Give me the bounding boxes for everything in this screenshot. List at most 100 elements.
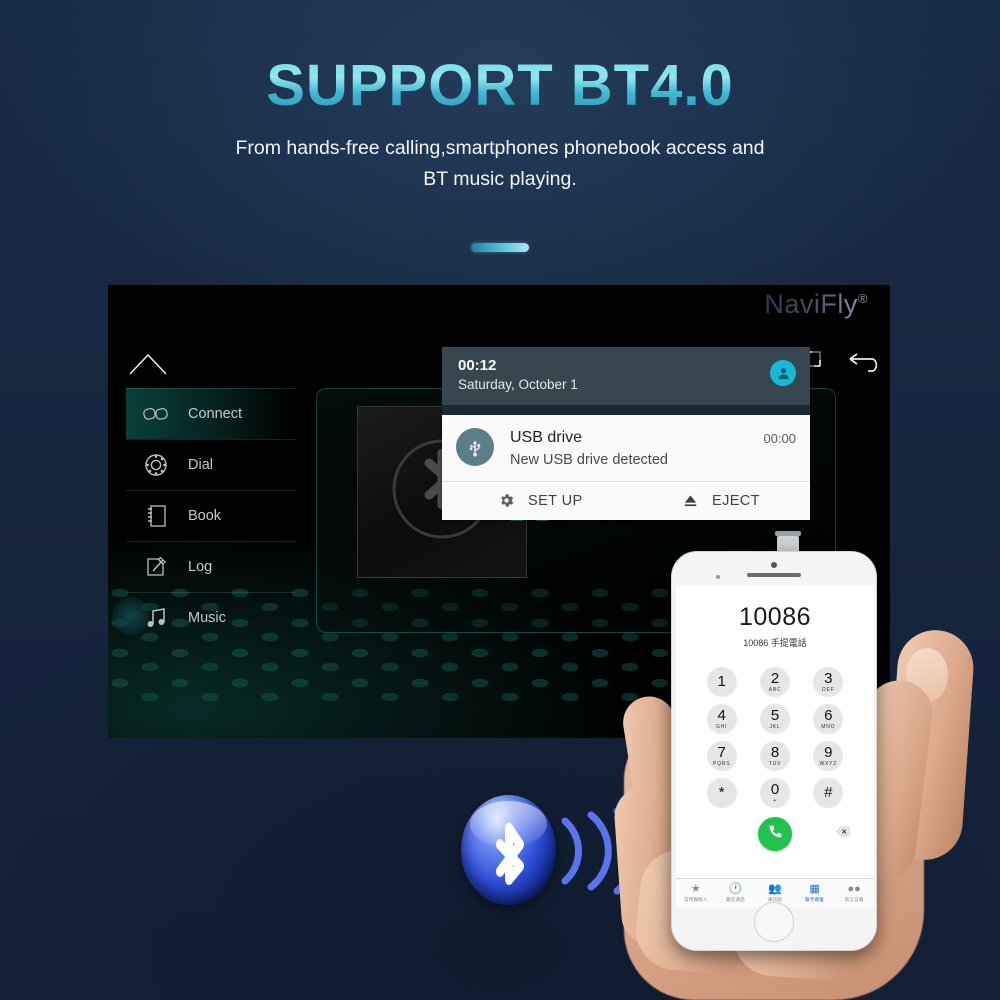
dialpad-key[interactable]: 1 [706,667,737,697]
notification-actions: SET UP EJECT [442,481,810,520]
contact-book-icon [140,501,172,531]
phone-top-bezel [672,552,876,584]
voicemail-icon: ●● [847,883,861,895]
key-letters: ABC [768,687,782,693]
edit-log-icon [140,552,172,582]
setup-button[interactable]: SET UP [442,492,626,509]
notification-subtitle: New USB drive detected [510,452,668,468]
key-letters: DEF [822,687,835,693]
key-digit: 4 [717,707,726,724]
status-time: 00:12 [458,357,497,374]
sidebar-item-label: Dial [188,457,213,473]
dialed-number: 10086 [738,603,812,631]
sidebar-item-music[interactable]: Music [112,592,296,643]
key-letters: GHI [716,724,728,730]
key-letters: PQRS [712,761,731,767]
link-icon [140,399,172,429]
eject-button[interactable]: EJECT [626,492,810,509]
key-digit: 7 [717,744,726,761]
phone-screen: 10086 10086 手提電話 1 2 ABC 3 DEF 4 GHI 5 JKL 6… [676,585,874,907]
sidebar-item-label: Connect [188,406,243,422]
phone-call-icon [766,823,784,846]
star-icon: ★ [690,883,701,895]
sidebar-item-connect[interactable]: Connect [126,388,296,439]
shade-spacer [442,405,810,415]
tab-label: 數字鍵盤 [805,897,824,902]
tab-label: 常用聯絡人 [684,897,708,902]
call-row [676,815,874,859]
key-digit: * [718,784,725,801]
key-digit: 2 [770,670,780,687]
smartphone: 10086 10086 手提電話 1 2 ABC 3 DEF 4 GHI 5 JKL 6… [671,551,877,951]
key-digit: 1 [717,673,726,690]
notification-timestamp: 00:00 [763,431,796,446]
dialpad-key[interactable]: * [706,778,737,808]
key-letters: JKL [769,724,781,730]
sidebar-item-dial[interactable]: Dial [126,439,296,490]
dialpad: 1 2 ABC 3 DEF 4 GHI 5 JKL 6 MNO 7 PQRS 8 TUV 9W… [695,667,855,808]
key-letters: WXYZ [819,761,838,767]
tab-contacts[interactable]: 👥 通訊錄 [755,883,795,903]
tab-keypad[interactable]: ▦ 數字鍵盤 [795,883,835,903]
keypad-icon: ▦ [809,883,820,895]
rotary-dial-icon [140,450,172,480]
key-digit: # [824,784,833,801]
backspace-icon[interactable] [836,826,850,840]
proximity-sensor-icon [716,575,720,579]
key-letters: + [773,798,777,804]
notification-shade: 00:12 Saturday, October 1 USB drive New … [442,347,810,520]
brand-logo-text: NaviFly [764,289,858,319]
user-avatar-icon[interactable] [770,360,796,386]
dialpad-key[interactable]: 3 DEF [813,667,844,697]
dialpad-key[interactable]: 4 GHI [706,704,737,734]
key-letters: MNO [821,724,836,730]
key-digit: 3 [824,670,833,687]
contacts-icon: 👥 [768,883,782,895]
accent-divider [471,243,529,252]
shade-status-bar: 00:12 Saturday, October 1 [442,347,810,405]
status-date: Saturday, October 1 [458,377,578,392]
earpiece-speaker [747,573,801,577]
dialpad-key[interactable]: 2 ABC [759,667,790,697]
dialpad-key[interactable]: 7 PQRS [706,741,737,771]
subtitle-line-1: From hands-free calling,smartphones phon… [235,137,765,159]
sidebar-item-label: Book [188,508,222,524]
home-icon[interactable] [128,353,168,375]
usb-icon [456,428,494,466]
page-subtitle: From hands-free calling,smartphones phon… [0,133,1000,195]
sidebar-item-book[interactable]: Book [126,490,296,541]
call-button[interactable] [758,817,792,851]
dialpad-key[interactable]: 5 JKL [759,704,790,734]
dialpad-key[interactable]: # [813,778,844,808]
dialpad-key[interactable]: 0 + [759,778,790,808]
clock-icon: 🕐 [728,883,743,895]
dialpad-key[interactable]: 6 MNO [813,704,844,734]
shade-clock-block: 00:12 Saturday, October 1 [458,356,578,394]
key-letters: TUV [768,761,782,767]
eject-button-label: EJECT [712,492,760,509]
front-camera-icon [771,562,777,568]
gear-icon [498,492,515,509]
brand-logo: NaviFly® [764,289,868,320]
key-digit: 8 [770,744,780,761]
key-digit: 9 [824,744,833,761]
tab-favorites[interactable]: ★ 常用聯絡人 [676,883,716,903]
subtitle-line-2: BT music playing. [423,168,577,190]
sidebar-item-label: Log [188,559,213,575]
sidebar-item-log[interactable]: Log [126,541,296,592]
dialpad-key[interactable]: 8 TUV [759,741,790,771]
notification-body: USB drive New USB drive detected 00:00 [442,415,810,481]
dialpad-key[interactable]: 9 WXYZ [813,741,844,771]
sidebar-item-label: Music [188,610,226,626]
usb-notification-card[interactable]: USB drive New USB drive detected 00:00 S… [442,415,810,520]
bluetooth-icon [482,807,536,894]
bluetooth-emblem [461,795,640,905]
key-digit: 6 [824,707,833,724]
home-button[interactable] [754,902,794,942]
page-title: SUPPORT BT4.0 [0,52,1000,119]
tab-recents[interactable]: 🕐 最近通話 [716,883,756,903]
tab-label: 留言信箱 [844,897,864,902]
carrier-label: 10086 手提電話 [743,638,807,648]
back-icon[interactable] [848,351,884,373]
tab-voicemail[interactable]: ●● 留言信箱 [834,883,874,903]
